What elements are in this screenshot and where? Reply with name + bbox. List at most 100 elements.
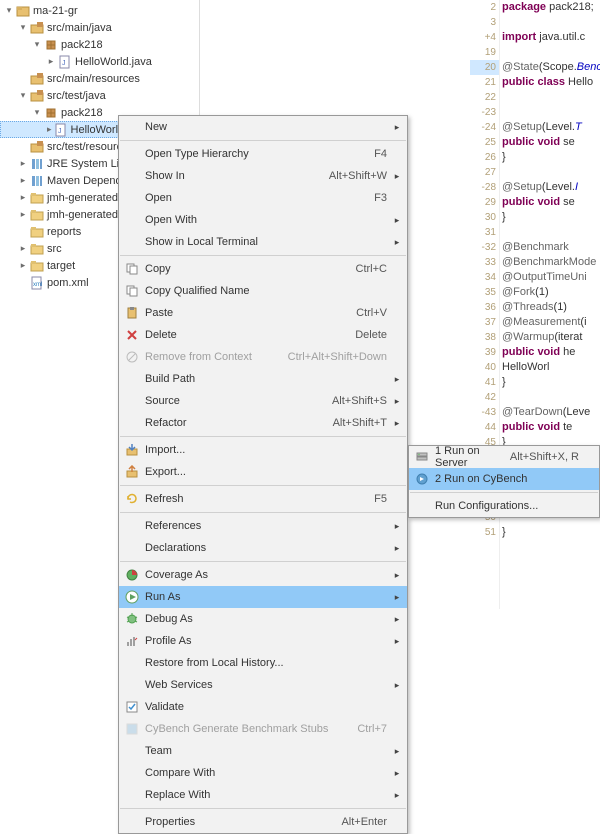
menu-shortcut: Alt+Shift+T [333, 417, 391, 429]
line-number: 25 [470, 135, 499, 150]
menu-item-open-type-hierarchy[interactable]: Open Type HierarchyF4 [119, 143, 407, 165]
code-line[interactable]: } [502, 150, 600, 165]
code-line[interactable]: public void se [502, 195, 600, 210]
code-line[interactable] [502, 15, 600, 30]
menu-item-references[interactable]: References▸ [119, 515, 407, 537]
submenu-arrow-icon: ▸ [391, 374, 403, 385]
menu-item-refresh[interactable]: RefreshF5 [119, 488, 407, 510]
menu-item-new[interactable]: New▸ [119, 116, 407, 138]
expand-toggle[interactable]: ▸ [46, 56, 56, 67]
code-line[interactable]: } [502, 210, 600, 225]
menu-item-refactor[interactable]: RefactorAlt+Shift+T▸ [119, 412, 407, 434]
menu-item-open[interactable]: OpenF3 [119, 187, 407, 209]
menu-label: Declarations [141, 542, 387, 554]
menu-item-team[interactable]: Team▸ [119, 740, 407, 762]
tree-item-src-main-java[interactable]: ▾src/main/java [0, 19, 199, 36]
menu-item-show-in-local-terminal[interactable]: Show in Local Terminal▸ [119, 231, 407, 253]
expand-toggle[interactable]: ▾ [32, 107, 42, 118]
code-line[interactable]: } [502, 525, 600, 540]
line-number: +4 [470, 30, 499, 45]
expand-toggle[interactable]: ▸ [47, 124, 52, 135]
menu-item-properties[interactable]: PropertiesAlt+Enter [119, 811, 407, 833]
expand-toggle[interactable]: ▸ [18, 175, 28, 186]
menu-item-run-as[interactable]: Run As▸ [119, 586, 407, 608]
menu-item-declarations[interactable]: Declarations▸ [119, 537, 407, 559]
code-line[interactable]: HelloWorl [502, 360, 600, 375]
menu-item-paste[interactable]: PasteCtrl+V [119, 302, 407, 324]
code-line[interactable]: @OutputTimeUni [502, 270, 600, 285]
expand-toggle[interactable]: ▸ [18, 209, 28, 220]
context-menu[interactable]: New▸ Open Type HierarchyF4Show InAlt+Shif… [118, 115, 408, 834]
code-line[interactable]: @Fork(1) [502, 285, 600, 300]
submenu-arrow-icon: ▸ [391, 396, 403, 407]
expand-toggle[interactable]: ▾ [4, 5, 14, 16]
run-as-submenu[interactable]: 1 Run on ServerAlt+Shift+X, R2 Run on Cy… [408, 445, 600, 518]
code-line[interactable] [502, 225, 600, 240]
code-line[interactable]: } [502, 375, 600, 390]
code-line[interactable] [502, 390, 600, 405]
menu-item-restore-from-local-history-[interactable]: Restore from Local History... [119, 652, 407, 674]
expand-toggle[interactable]: ▸ [18, 243, 28, 254]
refresh-icon [123, 492, 141, 506]
folder-icon [30, 259, 44, 273]
menu-item-open-with[interactable]: Open With▸ [119, 209, 407, 231]
menu-item-delete[interactable]: DeleteDelete [119, 324, 407, 346]
code-line[interactable]: package pack218; [502, 0, 600, 15]
menu-shortcut: F5 [374, 493, 391, 505]
tree-label: jmh-generated [46, 192, 118, 204]
code-line[interactable]: @Setup(Level.I [502, 180, 600, 195]
code-line[interactable]: @BenchmarkMode [502, 255, 600, 270]
code-line[interactable]: import java.util.c [502, 30, 600, 45]
code-line[interactable] [502, 90, 600, 105]
expand-toggle[interactable]: ▸ [18, 158, 28, 169]
code-line[interactable] [502, 45, 600, 60]
menu-item-validate[interactable]: Validate [119, 696, 407, 718]
menu-item-copy[interactable]: CopyCtrl+C [119, 258, 407, 280]
menu-item-source[interactable]: SourceAlt+Shift+S▸ [119, 390, 407, 412]
package-folder-icon [30, 89, 44, 103]
menu-item-replace-with[interactable]: Replace With ▸ [119, 784, 407, 806]
code-line[interactable]: @TearDown(Leve [502, 405, 600, 420]
menu-item-show-in[interactable]: Show InAlt+Shift+W▸ [119, 165, 407, 187]
expand-toggle[interactable]: ▾ [18, 22, 28, 33]
code-line[interactable] [502, 105, 600, 120]
menu-item-profile-as[interactable]: Profile As▸ [119, 630, 407, 652]
code-line[interactable]: @Warmup(iterat [502, 330, 600, 345]
menu-item-build-path[interactable]: Build Path▸ [119, 368, 407, 390]
code-line[interactable]: @State(Scope.Benc [502, 60, 600, 75]
menu-item-compare-with[interactable]: Compare With▸ [119, 762, 407, 784]
code-line[interactable]: @Threads(1) [502, 300, 600, 315]
menu-item-2-run-on-cybench[interactable]: 2 Run on CyBench [409, 468, 599, 490]
menu-item-import-[interactable]: Import... [119, 439, 407, 461]
tree-item-src-main-resources[interactable]: src/main/resources [0, 70, 199, 87]
expand-toggle[interactable]: ▾ [18, 90, 28, 101]
tree-label: pack218 [60, 107, 103, 119]
submenu-arrow-icon: ▸ [391, 790, 403, 801]
code-line[interactable] [502, 165, 600, 180]
package-folder-icon [30, 21, 44, 35]
tree-item-src-test-java[interactable]: ▾src/test/java [0, 87, 199, 104]
menu-item-1-run-on-server[interactable]: 1 Run on ServerAlt+Shift+X, R [409, 446, 599, 468]
code-line[interactable]: public void te [502, 420, 600, 435]
expand-toggle[interactable]: ▸ [18, 260, 28, 271]
tree-item-helloworld-java[interactable]: ▸JHelloWorld.java [0, 53, 199, 70]
menu-item-web-services[interactable]: Web Services▸ [119, 674, 407, 696]
code-line[interactable]: public void he [502, 345, 600, 360]
tree-item-ma-21-gr[interactable]: ▾ma-21-gr [0, 2, 199, 19]
menu-item-debug-as[interactable]: Debug As▸ [119, 608, 407, 630]
menu-item-run-configurations-[interactable]: Run Configurations... [409, 495, 599, 517]
code-line[interactable]: public class Hello [502, 75, 600, 90]
tree-item-pack218[interactable]: ▾pack218 [0, 36, 199, 53]
expand-toggle[interactable]: ▸ [18, 192, 28, 203]
menu-item-coverage-as[interactable]: Coverage As▸ [119, 564, 407, 586]
menu-item-copy-qualified-name[interactable]: Copy Qualified Name [119, 280, 407, 302]
menu-label: Replace With [141, 789, 387, 801]
expand-toggle[interactable]: ▾ [32, 39, 42, 50]
line-number: 40 [470, 360, 499, 375]
code-line[interactable]: public void se [502, 135, 600, 150]
menu-item-export-[interactable]: Export... [119, 461, 407, 483]
code-line[interactable]: @Setup(Level.T [502, 120, 600, 135]
code-line[interactable]: @Measurement(i [502, 315, 600, 330]
menu-separator [120, 561, 406, 562]
code-line[interactable]: @Benchmark [502, 240, 600, 255]
